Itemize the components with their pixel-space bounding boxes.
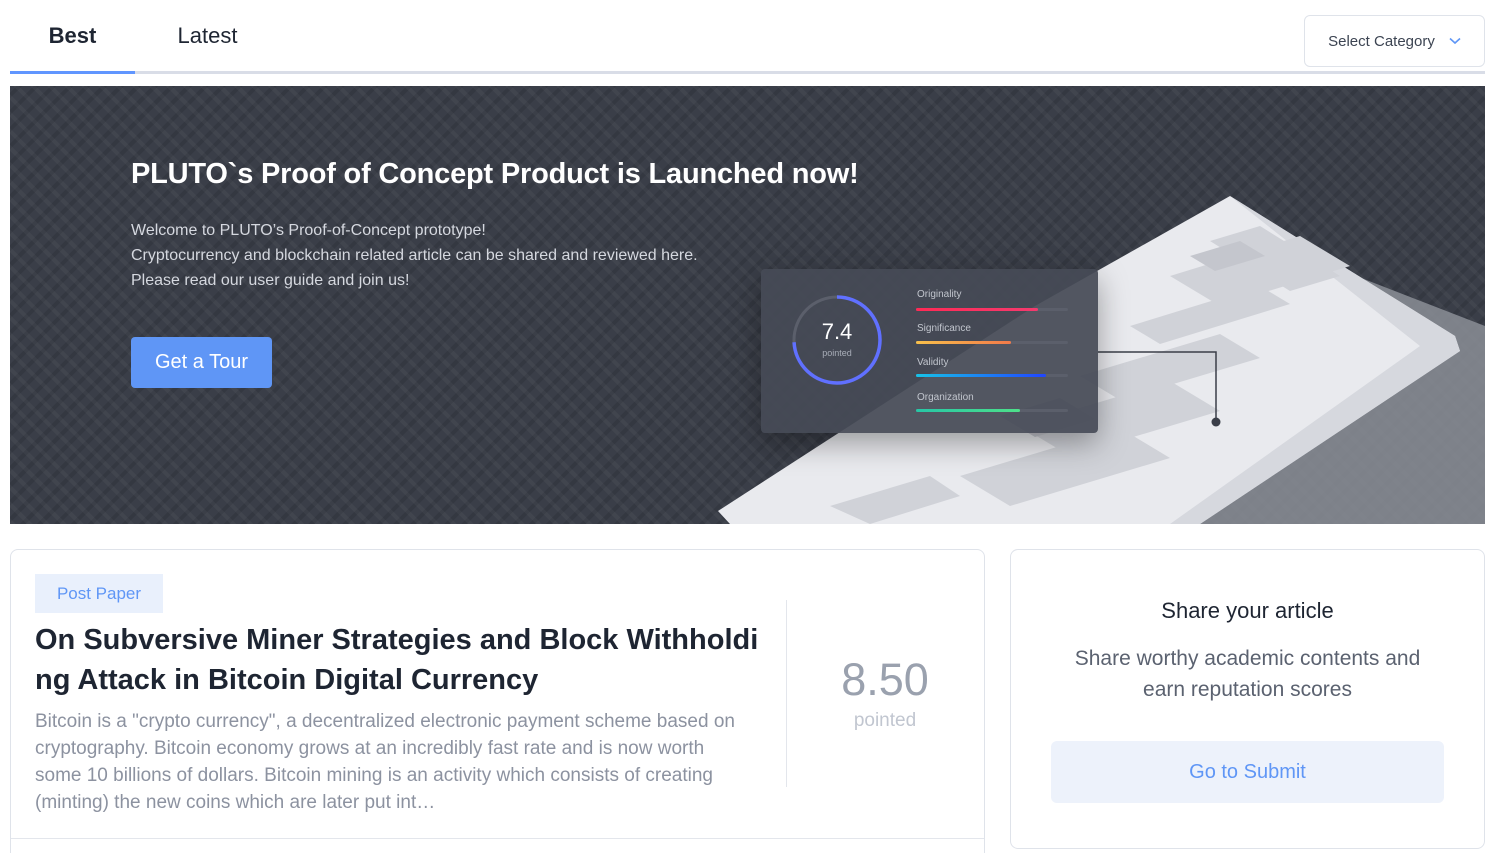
card-divider (786, 600, 787, 787)
metric-bar-originality (916, 308, 1068, 311)
share-description: Share worthy academic contents and earn … (1074, 647, 1421, 701)
banner-description-line: Cryptocurrency and blockchain related ar… (131, 247, 698, 264)
tab-latest[interactable]: Latest (145, 0, 270, 71)
post-type-badge: Post Paper (35, 574, 163, 613)
go-to-submit-button[interactable]: Go to Submit (1051, 741, 1444, 803)
metric-fill (916, 308, 1038, 311)
banner-description-line: Welcome to PLUTO’s Proof-of-Concept prot… (131, 222, 486, 239)
metric-fill (916, 341, 1011, 344)
metric-label-organization: Organization (917, 392, 974, 403)
active-tab-indicator (10, 71, 135, 74)
metric-fill (916, 374, 1046, 377)
article-title[interactable]: On Subversive Miner Strategies and Block… (35, 620, 765, 700)
banner-description-line: Please read our user guide and join us! (131, 272, 410, 289)
chevron-down-icon (1449, 37, 1461, 45)
metric-label-significance: Significance (917, 323, 971, 334)
metric-bar-organization (916, 409, 1068, 412)
score-ring-label: pointed (822, 348, 852, 358)
metric-fill (916, 409, 1020, 412)
article-card[interactable]: Post Paper On Subversive Miner Strategie… (10, 549, 985, 853)
share-article-card: Share your article Share worthy academic… (1010, 549, 1485, 849)
launch-banner: PLUTO`s Proof of Concept Product is Laun… (10, 86, 1485, 524)
article-abstract: Bitcoin is a "crypto currency", a decent… (35, 711, 735, 813)
tab-best[interactable]: Best (10, 0, 135, 71)
banner-description: Welcome to PLUTO’s Proof-of-Concept prot… (131, 218, 771, 293)
article-score-label: pointed (853, 710, 917, 731)
metric-label-originality: Originality (917, 289, 962, 300)
feed-tab-bar: Best Latest Select Category (10, 0, 1485, 74)
banner-score-card: 7.4 pointed Originality Significance Val… (761, 269, 1098, 433)
category-select-label: Select Category (1328, 32, 1435, 50)
get-a-tour-button[interactable]: Get a Tour (131, 337, 272, 388)
metric-label-validity: Validity (917, 357, 949, 368)
share-title: Share your article (1161, 598, 1334, 623)
metric-bar-significance (916, 341, 1068, 344)
category-select[interactable]: Select Category (1304, 15, 1485, 67)
score-ring-value: 7.4 (821, 319, 853, 344)
article-score: 8.50 (841, 654, 929, 705)
metric-bar-validity (916, 374, 1068, 377)
card-footer-divider (11, 838, 984, 839)
